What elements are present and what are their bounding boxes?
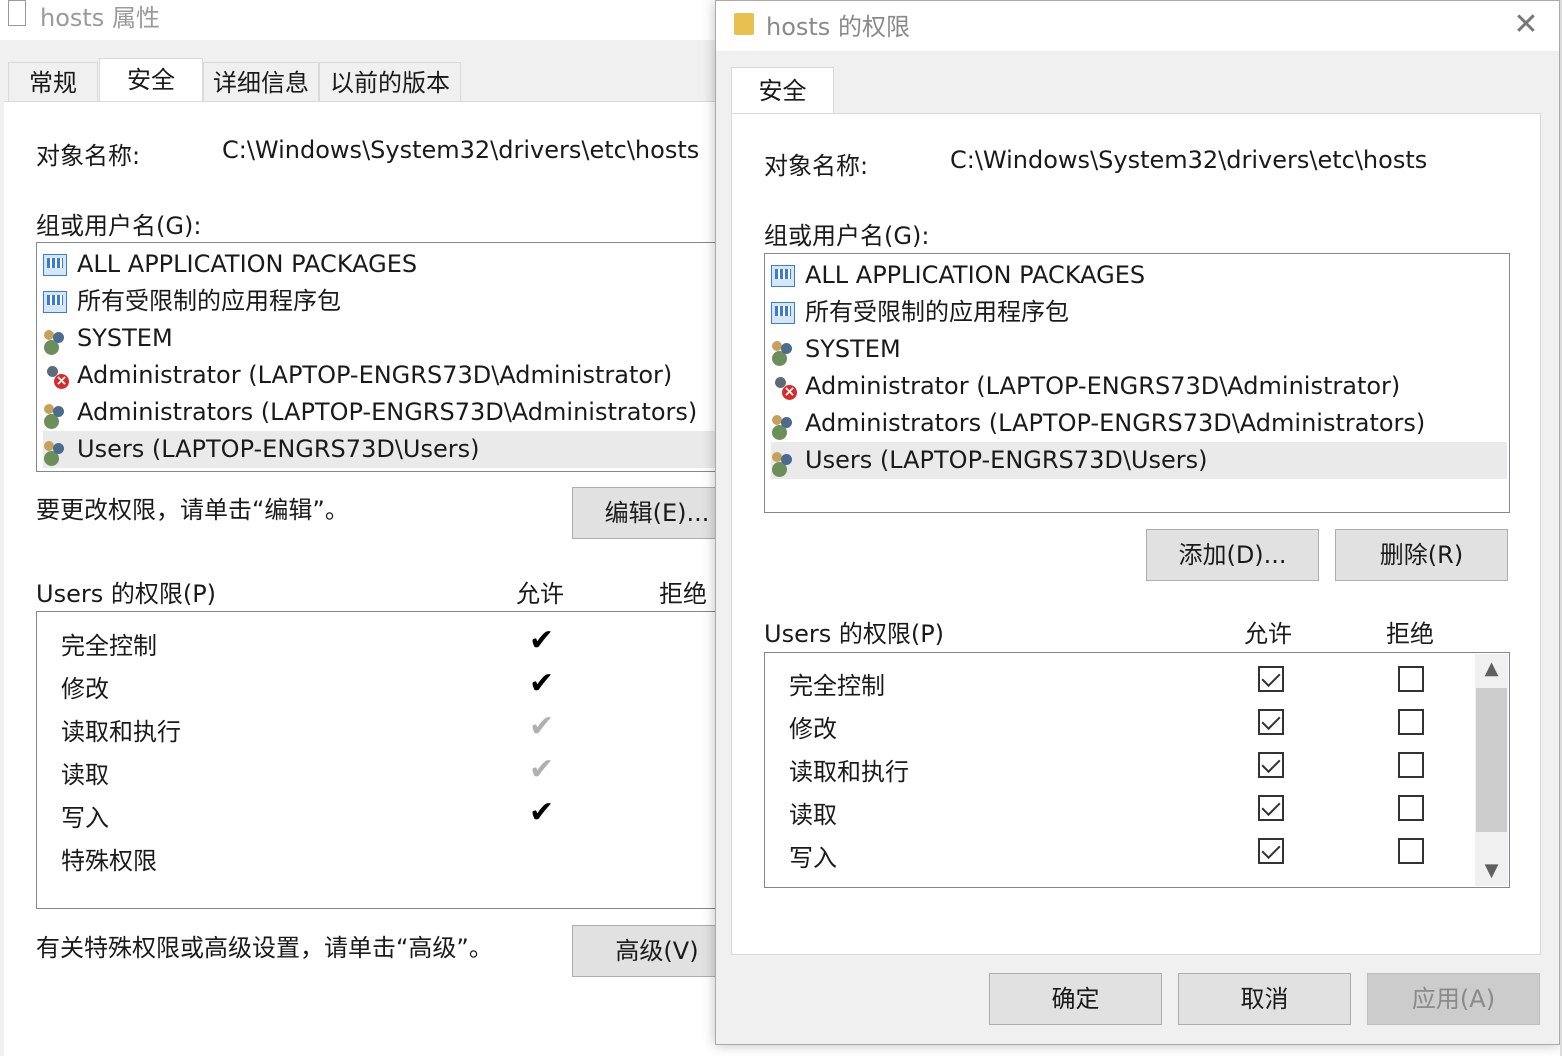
- perm-label: 读取和执行: [61, 718, 181, 746]
- check-icon: ✔: [529, 666, 555, 701]
- group-label: 组或用户名(G):: [36, 212, 202, 240]
- group-icon: [771, 450, 795, 472]
- ok-button[interactable]: 确定: [989, 973, 1162, 1025]
- group-icon: [771, 413, 795, 435]
- deny-checkbox[interactable]: [1398, 752, 1424, 778]
- tab-security[interactable]: 安全: [99, 58, 203, 104]
- security-panel: 对象名称: C:\Windows\System32\drivers\etc\ho…: [4, 101, 836, 1056]
- apply-button[interactable]: 应用(A): [1367, 973, 1540, 1025]
- perm-label: 完全控制: [61, 632, 157, 660]
- group-label: 组或用户名(G):: [764, 222, 930, 250]
- inherited-check-icon: ✔: [529, 752, 555, 787]
- tab-previous-versions[interactable]: 以前的版本: [319, 62, 461, 102]
- add-button[interactable]: 添加(D)...: [1146, 529, 1319, 581]
- edit-hint: 要更改权限，请单击“编辑”。: [36, 496, 349, 524]
- perm-label: 特殊权限: [61, 847, 157, 875]
- deny-header: 拒绝: [659, 580, 707, 608]
- window-title: hosts 属性: [40, 4, 160, 32]
- object-name-value: C:\Windows\System32\drivers\etc\hosts: [950, 146, 1428, 174]
- group-icon: [771, 339, 795, 361]
- permissions-list: 完全控制 修改 读取和执行 读取 写入 ▲ ▼: [764, 652, 1510, 888]
- chevron-down-icon[interactable]: ▼: [1475, 856, 1508, 886]
- group-icon: [43, 328, 67, 350]
- list-item[interactable]: SYSTEM: [771, 331, 1507, 368]
- object-name-value: C:\Windows\System32\drivers\etc\hosts: [222, 136, 700, 164]
- close-icon[interactable]: ✕: [1506, 5, 1546, 45]
- list-item[interactable]: ALL APPLICATION PACKAGES: [771, 257, 1507, 294]
- check-icon: ✔: [529, 623, 555, 658]
- perm-label: 写入: [61, 804, 109, 832]
- allow-checkbox[interactable]: [1258, 795, 1284, 821]
- list-item[interactable]: 所有受限制的应用程序包: [771, 294, 1507, 331]
- group-icon: [43, 402, 67, 424]
- perm-label: 写入: [789, 844, 837, 872]
- tab-security[interactable]: 安全: [731, 67, 834, 114]
- package-icon: [771, 302, 795, 324]
- object-name-label: 对象名称:: [764, 152, 869, 180]
- advanced-hint: 有关特殊权限或高级设置，请单击“高级”。: [36, 934, 493, 962]
- perm-label: 修改: [789, 715, 837, 743]
- list-item[interactable]: Administrator (LAPTOP-ENGRS73D\Administr…: [771, 368, 1507, 405]
- perm-label: 修改: [61, 675, 109, 703]
- allow-checkbox[interactable]: [1258, 666, 1284, 692]
- allow-checkbox[interactable]: [1258, 838, 1284, 864]
- scrollbar-thumb[interactable]: [1476, 688, 1507, 832]
- title-bar: hosts 属性: [0, 0, 830, 40]
- list-item[interactable]: Administrators (LAPTOP-ENGRS73D\Administ…: [771, 405, 1507, 442]
- check-icon: ✔: [529, 795, 555, 830]
- allow-header: 允许: [516, 580, 564, 608]
- scrollbar[interactable]: ▲ ▼: [1475, 654, 1508, 886]
- deny-header: 拒绝: [1386, 620, 1434, 648]
- deny-checkbox[interactable]: [1398, 795, 1424, 821]
- deny-checkbox[interactable]: [1398, 838, 1424, 864]
- permissions-title: Users 的权限(P): [36, 580, 217, 608]
- cancel-button[interactable]: 取消: [1178, 973, 1351, 1025]
- allow-checkbox[interactable]: [1258, 709, 1284, 735]
- tab-details[interactable]: 详细信息: [203, 62, 319, 102]
- list-item-selected[interactable]: Users (LAPTOP-ENGRS73D\Users): [771, 442, 1507, 479]
- principals-list[interactable]: ALL APPLICATION PACKAGES 所有受限制的应用程序包 SYS…: [764, 253, 1510, 513]
- package-icon: [771, 265, 795, 287]
- permissions-title: Users 的权限(P): [764, 620, 945, 648]
- inherited-check-icon: ✔: [529, 709, 555, 744]
- perm-label: 完全控制: [789, 672, 885, 700]
- deny-checkbox[interactable]: [1398, 666, 1424, 692]
- folder-icon: [734, 13, 754, 35]
- object-name-label: 对象名称:: [36, 142, 141, 170]
- permissions-dialog: hosts 的权限 ✕ 安全 对象名称: C:\Windows\System32…: [715, 0, 1560, 1045]
- remove-button[interactable]: 删除(R): [1335, 529, 1508, 581]
- chevron-up-icon[interactable]: ▲: [1475, 654, 1508, 684]
- allow-checkbox[interactable]: [1258, 752, 1284, 778]
- document-icon: [8, 0, 26, 26]
- tab-general[interactable]: 常规: [8, 62, 98, 102]
- dialog-title: hosts 的权限: [766, 13, 910, 41]
- package-icon: [43, 291, 67, 313]
- user-denied-icon: [43, 365, 69, 389]
- security-panel: 对象名称: C:\Windows\System32\drivers\etc\ho…: [731, 113, 1541, 955]
- properties-window: hosts 属性 常规 安全 详细信息 以前的版本 对象名称: C:\Windo…: [0, 0, 836, 1056]
- allow-header: 允许: [1244, 620, 1292, 648]
- deny-checkbox[interactable]: [1398, 709, 1424, 735]
- package-icon: [43, 254, 67, 276]
- perm-label: 读取: [61, 761, 109, 789]
- title-bar: hosts 的权限 ✕: [716, 1, 1559, 51]
- perm-label: 读取: [789, 801, 837, 829]
- user-denied-icon: [771, 376, 797, 400]
- group-icon: [43, 439, 67, 461]
- perm-label: 读取和执行: [789, 758, 909, 786]
